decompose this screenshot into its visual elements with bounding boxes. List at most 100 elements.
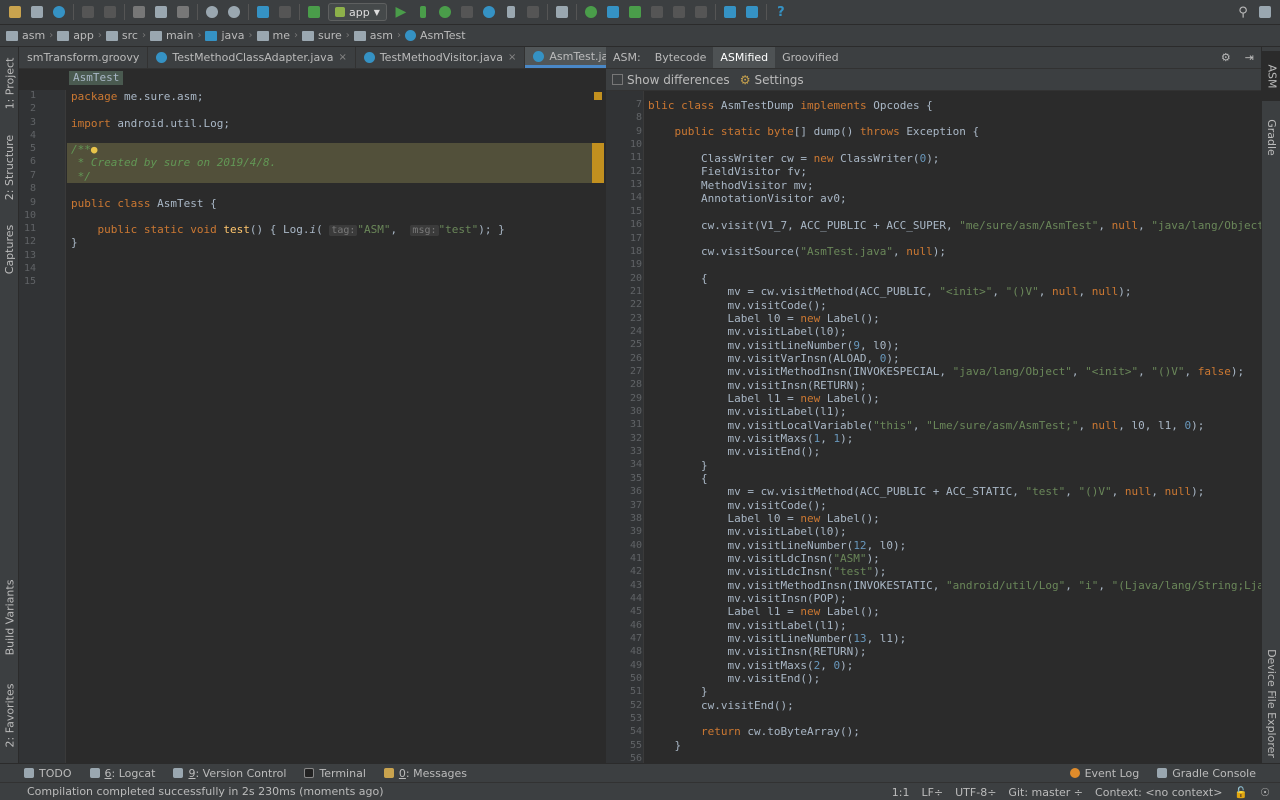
tab-groovified[interactable]: Groovified xyxy=(775,47,846,68)
line-number: 11 xyxy=(23,223,36,234)
tab-testmethodclassadapter[interactable]: TestMethodClassAdapter.java × xyxy=(148,47,356,68)
project-structure-icon[interactable] xyxy=(719,1,741,23)
caret-position[interactable]: 1:1 xyxy=(892,786,910,799)
crumb-asmtest[interactable]: AsmTest xyxy=(404,29,466,42)
messages-tool-tab[interactable]: 0: Messages xyxy=(383,767,467,780)
class-icon xyxy=(533,50,545,62)
gradle-console-tool-tab[interactable]: Gradle Console xyxy=(1157,767,1256,780)
line-number: 24 xyxy=(629,325,642,337)
line-number: 9 xyxy=(635,125,642,137)
sdk-manager-icon[interactable] xyxy=(551,1,573,23)
build-variants-tool-tab[interactable]: Build Variants xyxy=(0,577,19,657)
device-icon[interactable] xyxy=(500,1,522,23)
tab-asmtest[interactable]: AsmTest.java× xyxy=(525,47,606,68)
line-separator[interactable]: LF÷ xyxy=(921,786,943,799)
gradle-tool-tab[interactable]: Gradle xyxy=(1262,109,1280,165)
lock-icon[interactable]: 🔓 xyxy=(1234,786,1248,799)
inspector-icon[interactable]: ☉ xyxy=(1260,786,1270,799)
undo-icon[interactable] xyxy=(77,1,99,23)
vcs-update-icon[interactable] xyxy=(602,1,624,23)
layout-icon[interactable] xyxy=(1254,1,1276,23)
attach-debugger-icon[interactable] xyxy=(478,1,500,23)
code-line: public static void test() { Log.i( tag: "… xyxy=(71,223,505,236)
git-branch[interactable]: Git: master ÷ xyxy=(1008,786,1083,799)
crumb-sure[interactable]: sure xyxy=(302,29,342,42)
todo-tool-tab[interactable]: TODO xyxy=(24,767,72,780)
crumb-main[interactable]: main xyxy=(149,29,193,42)
settings-button[interactable]: ⚙ Settings xyxy=(740,73,804,87)
main-toolbar: app ▼ ▶ ? ⚲ xyxy=(0,0,1280,25)
warning-indicator-icon[interactable] xyxy=(594,92,602,100)
status-message[interactable]: Compilation completed successfully in 2s… xyxy=(27,785,384,798)
line-number: 25 xyxy=(629,339,642,351)
forward-icon[interactable] xyxy=(274,1,296,23)
tab-smtransform[interactable]: smTransform.groovy xyxy=(19,47,149,68)
version-control-tool-tab[interactable]: 9: Version Control xyxy=(173,767,286,780)
code-line: Label l1 = new Label(); xyxy=(648,392,880,405)
captures-tool-tab[interactable]: Captures xyxy=(0,219,19,279)
sync-icon[interactable] xyxy=(48,1,70,23)
vcs-revert-icon[interactable] xyxy=(690,1,712,23)
close-icon[interactable]: × xyxy=(508,52,516,63)
warning-stripe[interactable] xyxy=(592,143,604,183)
vcs-annotate-icon[interactable] xyxy=(668,1,690,23)
line-number: 4 xyxy=(29,130,36,141)
editor-breadcrumb[interactable]: AsmTest xyxy=(69,71,124,85)
code-line: mv = cw.visitMethod(ACC_PUBLIC, "<init>"… xyxy=(648,285,1132,298)
terminal-tool-tab[interactable]: Terminal xyxy=(304,767,366,780)
debug-icon[interactable] xyxy=(434,1,456,23)
build-icon[interactable] xyxy=(303,1,325,23)
tab-testmethodvisitor[interactable]: TestMethodVisitor.java × xyxy=(356,47,526,68)
crumb-src[interactable]: src xyxy=(105,29,138,42)
vcs-commit-icon[interactable] xyxy=(624,1,646,23)
gear-icon[interactable]: ⚙ xyxy=(1214,47,1238,68)
context-indicator[interactable]: Context: <no context> xyxy=(1095,786,1222,799)
close-icon[interactable]: × xyxy=(338,52,346,63)
help-icon[interactable]: ? xyxy=(770,1,792,23)
tab-bytecode[interactable]: Bytecode xyxy=(648,47,714,68)
back-icon[interactable] xyxy=(252,1,274,23)
gradle-sync-icon[interactable] xyxy=(580,1,602,23)
run-config-select[interactable]: app ▼ xyxy=(328,3,387,21)
code-line: ClassWriter cw = new ClassWriter(0); xyxy=(648,152,940,165)
vcs-history-icon[interactable] xyxy=(646,1,668,23)
crumb-app[interactable]: app xyxy=(57,29,94,42)
search-everywhere-icon[interactable]: ⚲ xyxy=(1232,1,1254,23)
asmified-code[interactable]: blic class AsmTestDump implements Opcode… xyxy=(644,91,1261,763)
lightbulb-icon[interactable]: ● xyxy=(91,143,98,156)
redo-icon[interactable] xyxy=(99,1,121,23)
asm-panel-tabs: ASM: Bytecode ASMified Groovified ⚙ ⇥ xyxy=(606,47,1261,69)
cut-icon[interactable] xyxy=(128,1,150,23)
event-log-tool-tab[interactable]: Event Log xyxy=(1069,767,1139,780)
line-number: 10 xyxy=(629,139,642,151)
line-number: 29 xyxy=(629,392,642,404)
apply-changes-icon[interactable] xyxy=(412,1,434,23)
show-differences-button[interactable]: Show differences xyxy=(612,73,730,87)
find-icon[interactable] xyxy=(201,1,223,23)
tab-asmified[interactable]: ASMified xyxy=(713,47,776,68)
asm-tool-tab[interactable]: ASM xyxy=(1262,51,1280,101)
stop-icon[interactable] xyxy=(522,1,544,23)
replace-icon[interactable] xyxy=(223,1,245,23)
logcat-tool-tab[interactable]: 6: Logcat xyxy=(89,767,155,780)
crumb-java[interactable]: java xyxy=(205,29,245,42)
copy-icon[interactable] xyxy=(150,1,172,23)
crumb-asm-package[interactable]: asm xyxy=(353,29,393,42)
structure-tool-tab[interactable]: 2: Structure xyxy=(0,129,19,205)
save-icon[interactable] xyxy=(26,1,48,23)
line-number: 51 xyxy=(629,686,642,698)
paste-icon[interactable] xyxy=(172,1,194,23)
device-file-explorer-tool-tab[interactable]: Device File Explorer xyxy=(1262,643,1280,763)
logcat-icon xyxy=(89,768,100,778)
code-line: mv = cw.visitMethod(ACC_PUBLIC + ACC_STA… xyxy=(648,485,1205,498)
profile-icon[interactable] xyxy=(456,1,478,23)
favorites-tool-tab[interactable]: 2: Favorites xyxy=(0,679,19,751)
messages-icon xyxy=(383,768,394,778)
hide-panel-icon[interactable]: ⇥ xyxy=(1238,47,1261,68)
file-encoding[interactable]: UTF-8÷ xyxy=(955,786,996,799)
line-number: 9 xyxy=(29,197,36,208)
code-line: mv.visitInsn(POP); xyxy=(648,592,847,605)
run-icon[interactable]: ▶ xyxy=(390,1,412,23)
crumb-me[interactable]: me xyxy=(256,29,290,42)
download-icon[interactable] xyxy=(741,1,763,23)
